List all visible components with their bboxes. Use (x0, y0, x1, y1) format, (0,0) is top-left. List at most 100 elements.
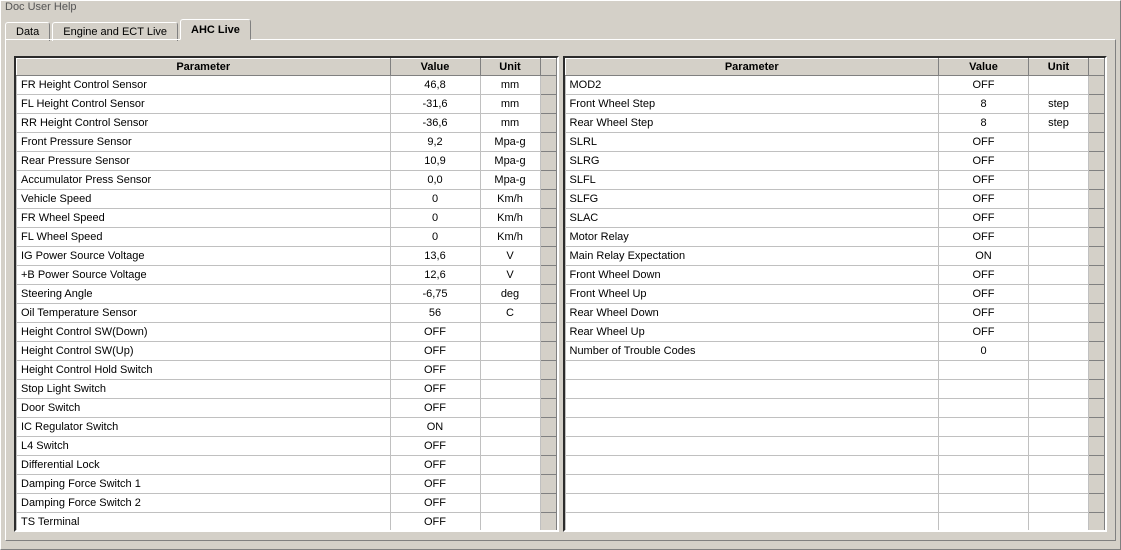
cell-parameter: Accumulator Press Sensor (17, 171, 391, 190)
scroll-gutter (1089, 513, 1105, 532)
table-row[interactable]: Height Control Hold SwitchOFF (17, 361, 557, 380)
cell-unit (1029, 190, 1089, 209)
col-header-unit[interactable]: Unit (480, 59, 540, 76)
scroll-gutter (1089, 266, 1105, 285)
cell-unit (1029, 133, 1089, 152)
cell-unit (480, 532, 540, 533)
cell-value (939, 437, 1029, 456)
scroll-gutter (540, 399, 556, 418)
cell-parameter: Main Relay Expectation (565, 247, 939, 266)
table-row[interactable]: Damping Force Switch 1OFF (17, 475, 557, 494)
table-row[interactable]: Rear Wheel UpOFF (565, 323, 1105, 342)
cell-value: OFF (939, 304, 1029, 323)
tab-panel-ahc-live: Parameter Value Unit FR Height Control S… (5, 39, 1116, 541)
cell-parameter (565, 513, 939, 532)
table-row[interactable]: Front Wheel DownOFF (565, 266, 1105, 285)
table-row[interactable]: Front Wheel UpOFF (565, 285, 1105, 304)
table-row[interactable] (565, 437, 1105, 456)
cell-parameter (565, 361, 939, 380)
scroll-header-stub (1089, 59, 1105, 76)
table-row[interactable]: Rear Pressure Sensor10,9Mpa-g (17, 152, 557, 171)
table-row[interactable]: Accumulator Press Sensor0,0Mpa-g (17, 171, 557, 190)
table-row[interactable]: L4 SwitchOFF (17, 437, 557, 456)
table-row[interactable]: Oil Temperature Sensor56C (17, 304, 557, 323)
table-row[interactable]: Differential LockOFF (17, 456, 557, 475)
tab-ahc-live[interactable]: AHC Live (180, 19, 251, 40)
table-row[interactable]: TC TerminalOFF (17, 532, 557, 533)
table-row[interactable]: Rear Wheel DownOFF (565, 304, 1105, 323)
cell-unit: step (1029, 114, 1089, 133)
cell-value: 13,6 (390, 247, 480, 266)
table-row[interactable]: Stop Light SwitchOFF (17, 380, 557, 399)
table-row[interactable]: Number of Trouble Codes0 (565, 342, 1105, 361)
tables-container: Parameter Value Unit FR Height Control S… (14, 56, 1107, 532)
cell-unit (1029, 285, 1089, 304)
table-row[interactable]: SLFLOFF (565, 171, 1105, 190)
table-row[interactable] (565, 532, 1105, 533)
scroll-gutter (1089, 456, 1105, 475)
cell-unit (480, 475, 540, 494)
table-row[interactable] (565, 513, 1105, 532)
table-row[interactable]: +B Power Source Voltage12,6V (17, 266, 557, 285)
table-row[interactable]: Steering Angle-6,75deg (17, 285, 557, 304)
cell-value: OFF (390, 342, 480, 361)
left-table-wrap[interactable]: Parameter Value Unit FR Height Control S… (14, 56, 559, 532)
table-row[interactable]: RR Height Control Sensor-36,6mm (17, 114, 557, 133)
cell-unit (1029, 304, 1089, 323)
table-row[interactable]: Height Control SW(Up)OFF (17, 342, 557, 361)
scroll-gutter (540, 323, 556, 342)
table-row[interactable]: FR Wheel Speed0Km/h (17, 209, 557, 228)
table-row[interactable]: FR Height Control Sensor46,8mm (17, 76, 557, 95)
table-row[interactable]: Door SwitchOFF (17, 399, 557, 418)
table-row[interactable]: FL Wheel Speed0Km/h (17, 228, 557, 247)
col-header-unit[interactable]: Unit (1029, 59, 1089, 76)
cell-unit (1029, 266, 1089, 285)
table-row[interactable]: Height Control SW(Down)OFF (17, 323, 557, 342)
table-row[interactable]: IG Power Source Voltage13,6V (17, 247, 557, 266)
scroll-gutter (1089, 532, 1105, 533)
cell-parameter: FR Wheel Speed (17, 209, 391, 228)
scroll-gutter (540, 304, 556, 323)
table-row[interactable]: Rear Wheel Step8step (565, 114, 1105, 133)
table-row[interactable]: IC Regulator SwitchON (17, 418, 557, 437)
scroll-gutter (1089, 114, 1105, 133)
table-row[interactable]: SLACOFF (565, 209, 1105, 228)
col-header-parameter[interactable]: Parameter (565, 59, 939, 76)
cell-unit: V (480, 266, 540, 285)
cell-unit (1029, 494, 1089, 513)
scroll-gutter (1089, 361, 1105, 380)
right-table-body: MOD2OFFFront Wheel Step8stepRear Wheel S… (565, 76, 1105, 533)
cell-parameter: SLRG (565, 152, 939, 171)
cell-value: OFF (390, 475, 480, 494)
cell-parameter (565, 418, 939, 437)
col-header-value[interactable]: Value (939, 59, 1029, 76)
cell-unit (1029, 247, 1089, 266)
cell-value: OFF (939, 171, 1029, 190)
table-row[interactable] (565, 361, 1105, 380)
col-header-value[interactable]: Value (390, 59, 480, 76)
table-row[interactable]: MOD2OFF (565, 76, 1105, 95)
table-row[interactable] (565, 418, 1105, 437)
table-row[interactable]: SLFGOFF (565, 190, 1105, 209)
cell-unit (1029, 456, 1089, 475)
table-row[interactable]: SLRGOFF (565, 152, 1105, 171)
table-row[interactable]: Vehicle Speed0Km/h (17, 190, 557, 209)
table-row[interactable]: Damping Force Switch 2OFF (17, 494, 557, 513)
table-row[interactable] (565, 399, 1105, 418)
table-row[interactable]: Front Wheel Step8step (565, 95, 1105, 114)
table-row[interactable]: SLRLOFF (565, 133, 1105, 152)
table-row[interactable]: TS TerminalOFF (17, 513, 557, 532)
table-row[interactable] (565, 475, 1105, 494)
table-row[interactable]: Front Pressure Sensor9,2Mpa-g (17, 133, 557, 152)
table-row[interactable] (565, 456, 1105, 475)
cell-value: 46,8 (390, 76, 480, 95)
table-row[interactable]: Main Relay ExpectationON (565, 247, 1105, 266)
table-row[interactable] (565, 494, 1105, 513)
cell-unit (1029, 152, 1089, 171)
table-row[interactable] (565, 380, 1105, 399)
table-row[interactable]: Motor RelayOFF (565, 228, 1105, 247)
table-row[interactable]: FL Height Control Sensor-31,6mm (17, 95, 557, 114)
col-header-parameter[interactable]: Parameter (17, 59, 391, 76)
right-table-wrap[interactable]: Parameter Value Unit MOD2OFFFront Wheel … (563, 56, 1108, 532)
cell-parameter: FL Height Control Sensor (17, 95, 391, 114)
